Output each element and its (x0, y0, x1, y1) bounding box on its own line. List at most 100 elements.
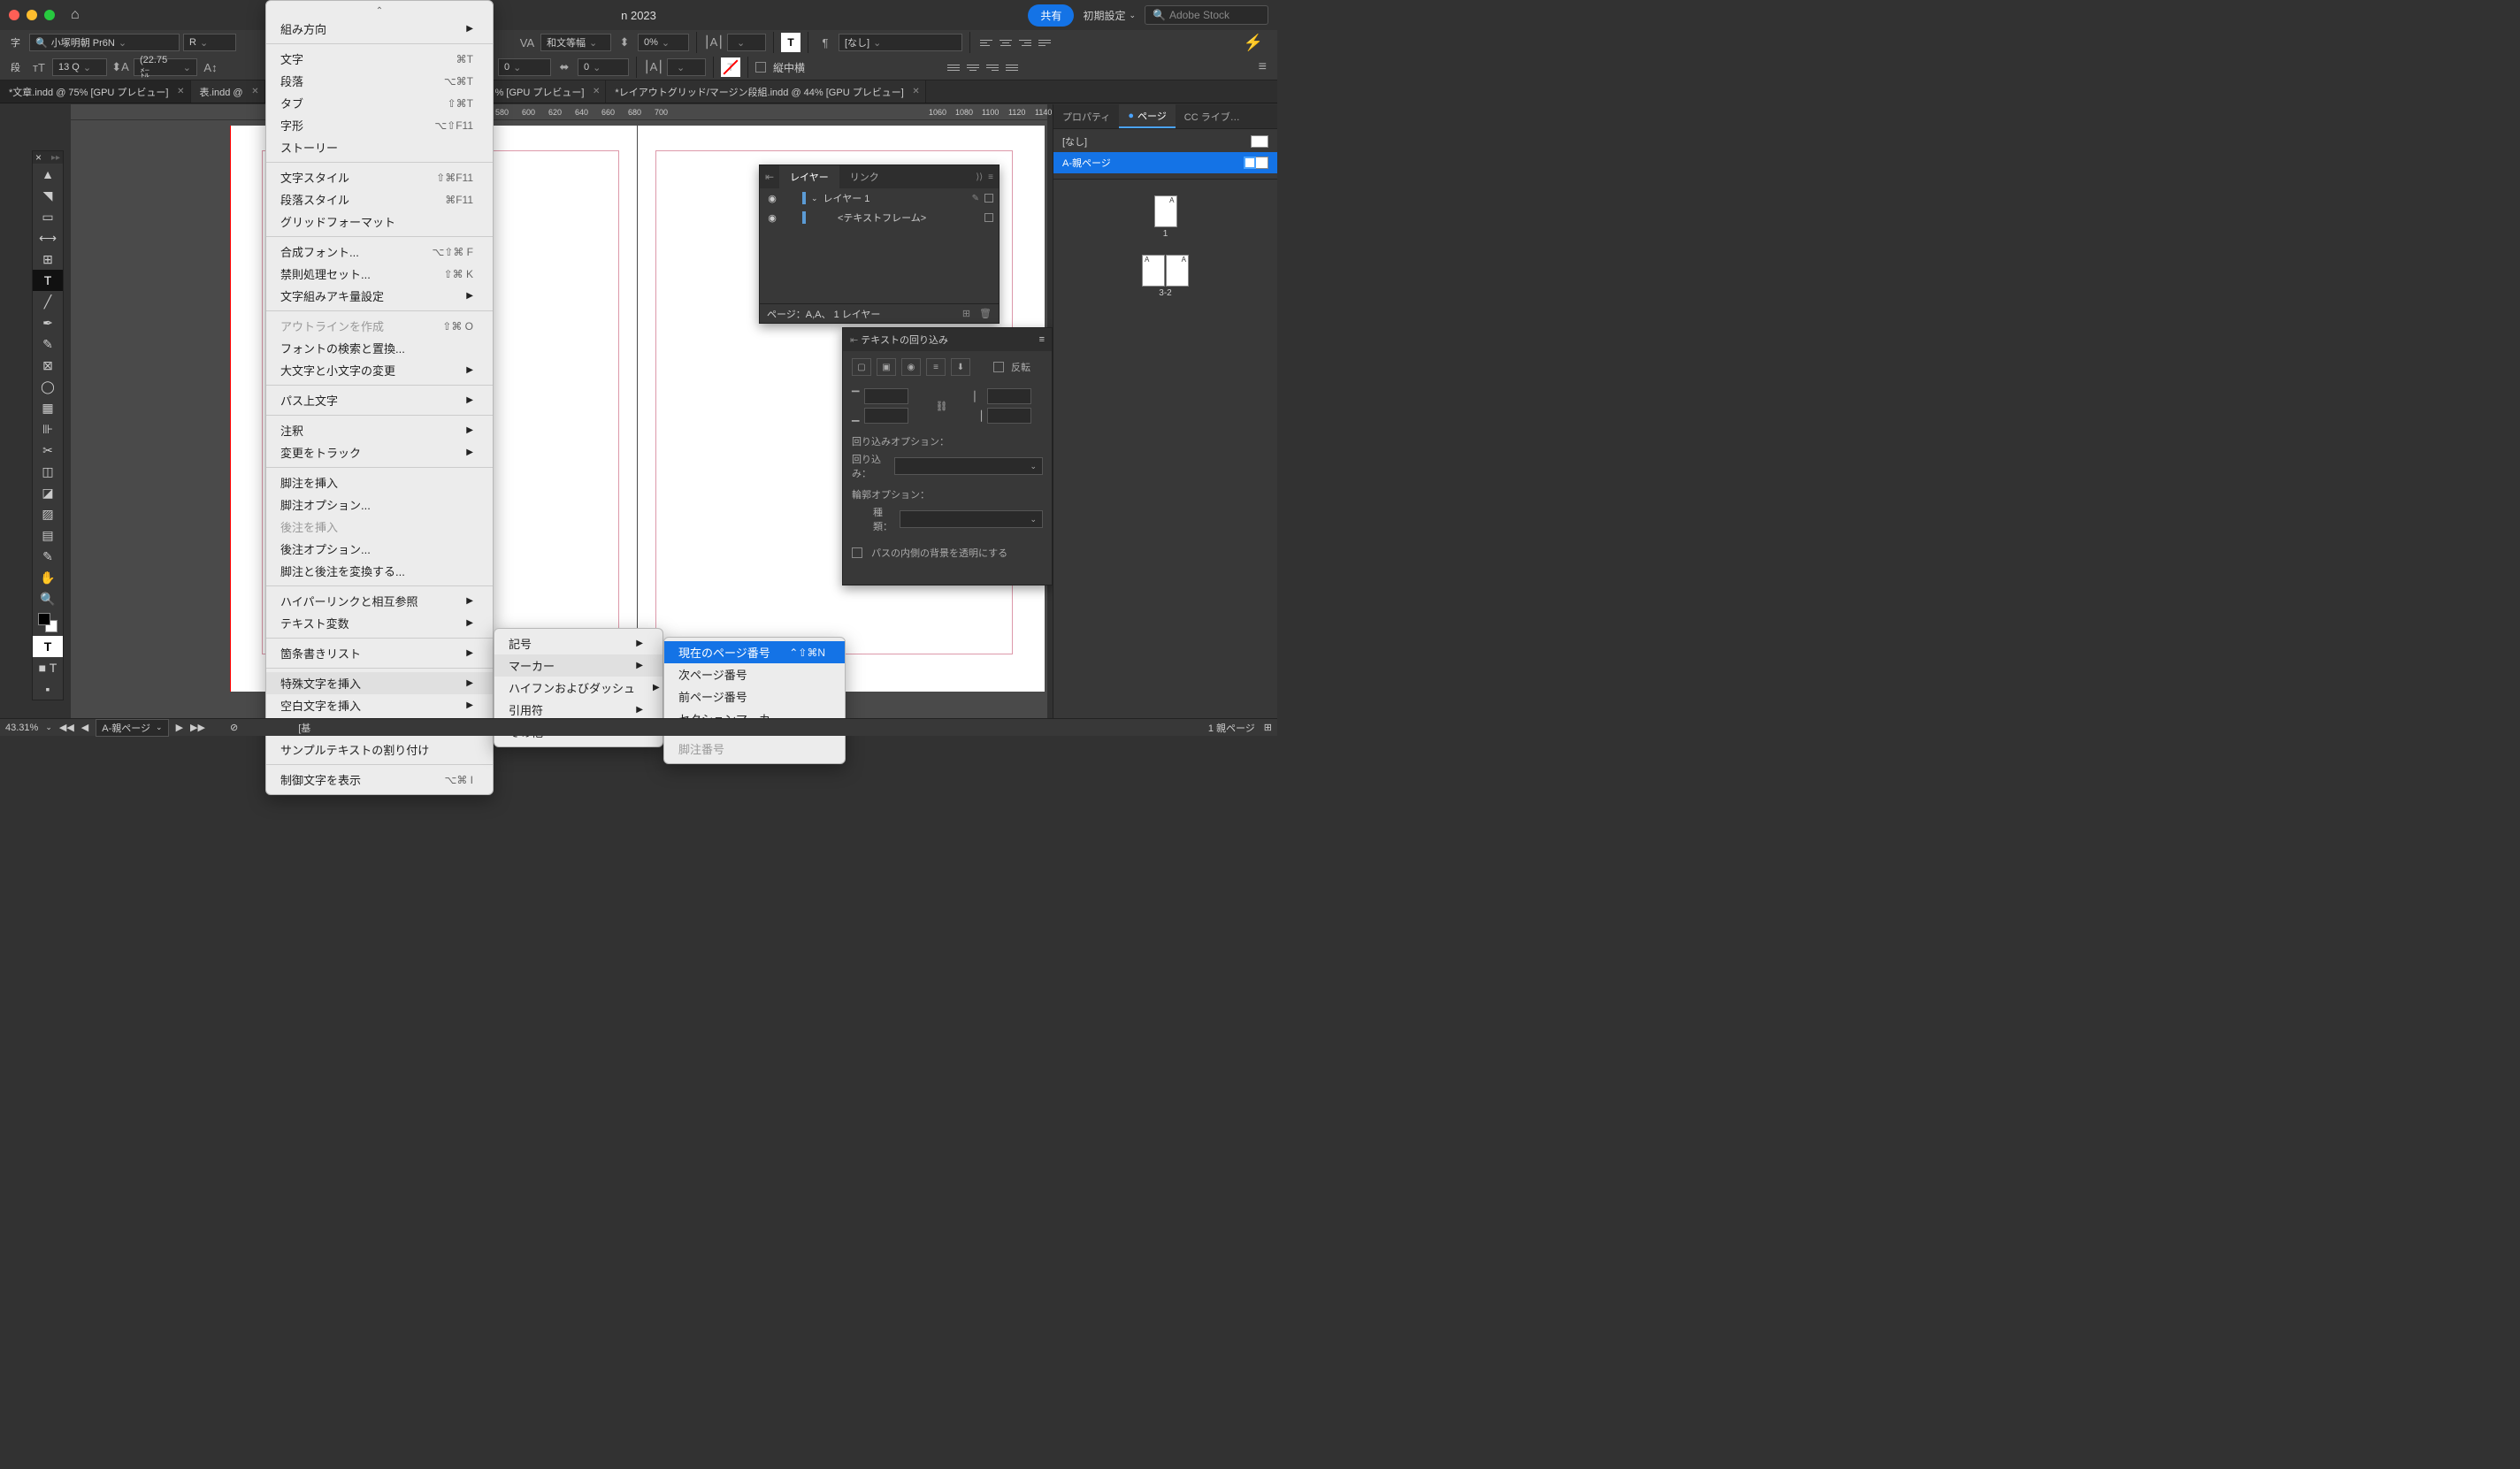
align-right[interactable] (1016, 34, 1034, 50)
master-none-row[interactable]: [なし] (1053, 131, 1277, 152)
menu-item[interactable]: フォントの検索と置換... (266, 337, 493, 359)
kinsoku-field[interactable]: 和文等幅 (540, 34, 611, 51)
font-size-field[interactable]: 13 Q (52, 58, 107, 76)
offset-top-field[interactable] (864, 388, 908, 404)
select-indicator[interactable] (984, 194, 993, 203)
menu-item[interactable]: 文字組みアキ量設定▶ (266, 285, 493, 307)
menu-item[interactable]: 注釈▶ (266, 419, 493, 441)
visibility-icon[interactable]: ◉ (765, 193, 779, 204)
char-mode-label[interactable]: 字 (5, 35, 26, 50)
gradient-feather-tool[interactable]: ▨ (33, 503, 63, 524)
menu-item[interactable]: 段落スタイル⌘F11 (266, 188, 493, 210)
menu-item[interactable]: 箇条書きリスト▶ (266, 642, 493, 664)
layers-tab[interactable]: レイヤー (779, 165, 839, 188)
home-icon[interactable]: ⌂ (71, 7, 80, 23)
panel-menu-icon[interactable]: ≡ (1039, 334, 1045, 345)
justify-right[interactable] (984, 59, 1001, 75)
menu-item[interactable]: ハイフンおよびダッシュ▶ (494, 677, 663, 699)
menu-item[interactable]: 後注オプション... (266, 538, 493, 560)
menu-item[interactable]: ハイパーリンクと相互参照▶ (266, 590, 493, 612)
page-prev2-icon[interactable]: ◀ (81, 722, 88, 733)
menu-item[interactable]: 現在のページ番号⌃⇧⌘N (664, 641, 845, 663)
menu-item[interactable]: 組み方向▶ (266, 18, 493, 40)
hand-tool[interactable]: ✋ (33, 567, 63, 588)
close-tab-icon[interactable]: ✕ (593, 87, 600, 96)
vertical-grid-tool[interactable]: ⊪ (33, 418, 63, 440)
screen-mode-icon[interactable]: ▪ (33, 678, 63, 700)
share-button[interactable]: 共有 (1028, 4, 1074, 27)
percent-a-field[interactable]: 0% (638, 34, 689, 51)
wrap-jump-icon[interactable]: ≡ (926, 358, 946, 376)
edit-icon[interactable]: ✎ (972, 194, 979, 203)
eyedropper-tool[interactable]: ✎ (33, 546, 63, 567)
menu-item[interactable]: 記号▶ (494, 632, 663, 654)
menu-item[interactable]: 変更をトラック▶ (266, 441, 493, 463)
collapse-icon[interactable]: ⇤ (760, 171, 779, 183)
content-collector-tool[interactable]: ⊞ (33, 249, 63, 270)
note-tool[interactable]: ▤ (33, 524, 63, 546)
offset-bottom-field[interactable] (864, 408, 908, 424)
scroll-up-icon[interactable]: ⌃ (266, 4, 493, 18)
align-binding[interactable] (1003, 59, 1021, 75)
link-icon[interactable]: ⛓ (935, 401, 947, 412)
wrap-none-icon[interactable]: ▢ (852, 358, 871, 376)
expand-icon[interactable]: ▸▸ (51, 153, 60, 163)
formatting-container-icon[interactable]: T (33, 636, 63, 657)
disclosure-icon[interactable]: ⌄ (811, 194, 818, 203)
wrap-to-dropdown[interactable]: ⌄ (894, 457, 1043, 475)
menu-item[interactable]: テキスト変数▶ (266, 612, 493, 634)
clip-inside-checkbox[interactable] (852, 547, 862, 558)
new-page-icon[interactable]: ⊞ (1264, 722, 1272, 733)
menu-item[interactable]: 特殊文字を挿入▶ (266, 672, 493, 694)
layer-row[interactable]: ◉ ⌄ レイヤー 1 ✎ (760, 188, 999, 208)
menu-item[interactable]: 前ページ番号 (664, 685, 845, 708)
properties-tab[interactable]: プロパティ (1053, 104, 1119, 128)
contour-type-dropdown[interactable]: ⌄ (900, 510, 1043, 528)
panel-menu-icon[interactable]: ≡ (1259, 59, 1272, 75)
close-tab-icon[interactable]: ✕ (912, 87, 919, 96)
menu-item[interactable]: 字形⌥⇧F11 (266, 114, 493, 136)
zoom-tool[interactable]: 🔍 (33, 588, 63, 609)
tatechu-checkbox[interactable] (755, 62, 766, 73)
scissors-tool[interactable]: ✂ (33, 440, 63, 461)
selection-tool[interactable]: ▲ (33, 164, 63, 185)
menu-item[interactable]: 脚注と後注を変換する... (266, 560, 493, 582)
menu-item[interactable]: 大文字と小文字の変更▶ (266, 359, 493, 381)
wrap-shape-icon[interactable]: ◉ (901, 358, 921, 376)
tracking-field[interactable]: 0 (498, 58, 551, 76)
pencil-tool[interactable]: ✎ (33, 333, 63, 355)
menu-item[interactable]: タブ⇧⌘T (266, 92, 493, 114)
new-layer-icon[interactable]: ⊞ (962, 308, 970, 319)
menu-item[interactable]: マーカー▶ (494, 654, 663, 677)
close-window[interactable] (9, 10, 19, 20)
close-tab-icon[interactable]: ✕ (177, 87, 184, 96)
menu-item[interactable]: グリッドフォーマット (266, 210, 493, 233)
offset-left-field[interactable] (987, 388, 1031, 404)
delete-layer-icon[interactable]: 🗑 (979, 308, 992, 319)
baseline-field[interactable] (727, 34, 766, 51)
doc-tab-4[interactable]: *レイアウトグリッド/マージン段組.indd @ 44% [GPU プレビュー]… (606, 80, 925, 103)
menu-item[interactable]: 脚注オプション... (266, 493, 493, 516)
maximize-window[interactable] (44, 10, 55, 20)
quick-apply-icon[interactable]: ⚡ (1244, 34, 1272, 52)
justify-all[interactable] (945, 59, 962, 75)
toolbox-header[interactable]: ×▸▸ (33, 151, 63, 164)
menu-item[interactable]: 脚注を挿入 (266, 471, 493, 493)
page-tool[interactable]: ▭ (33, 206, 63, 227)
page-next2-icon[interactable]: ▶▶ (190, 722, 205, 733)
apply-color-icon[interactable]: ■ T (33, 657, 63, 678)
invert-checkbox[interactable] (993, 362, 1004, 372)
horizontal-ruler[interactable]: 580 600 620 640 660 680 700 1060 1080 11… (71, 104, 1047, 120)
master-a-row[interactable]: A-親ページ (1053, 152, 1277, 173)
zoom-level[interactable]: 43.31% (5, 723, 38, 733)
workspace-dropdown[interactable]: 初期設定⌄ (1083, 8, 1136, 23)
page-nav-field[interactable]: A-親ページ ⌄ (96, 719, 168, 737)
cc-libraries-tab[interactable]: CC ライブ… (1176, 104, 1249, 128)
close-tab-icon[interactable]: ✕ (251, 87, 258, 96)
free-transform-tool[interactable]: ◫ (33, 461, 63, 482)
page-next-icon[interactable]: ▶ (176, 722, 183, 733)
select-indicator[interactable] (984, 213, 993, 222)
align-center[interactable] (997, 34, 1015, 50)
font-family-field[interactable]: 🔍 小塚明朝 Pr6N (29, 34, 180, 51)
fill-t-icon[interactable]: T (781, 33, 800, 52)
